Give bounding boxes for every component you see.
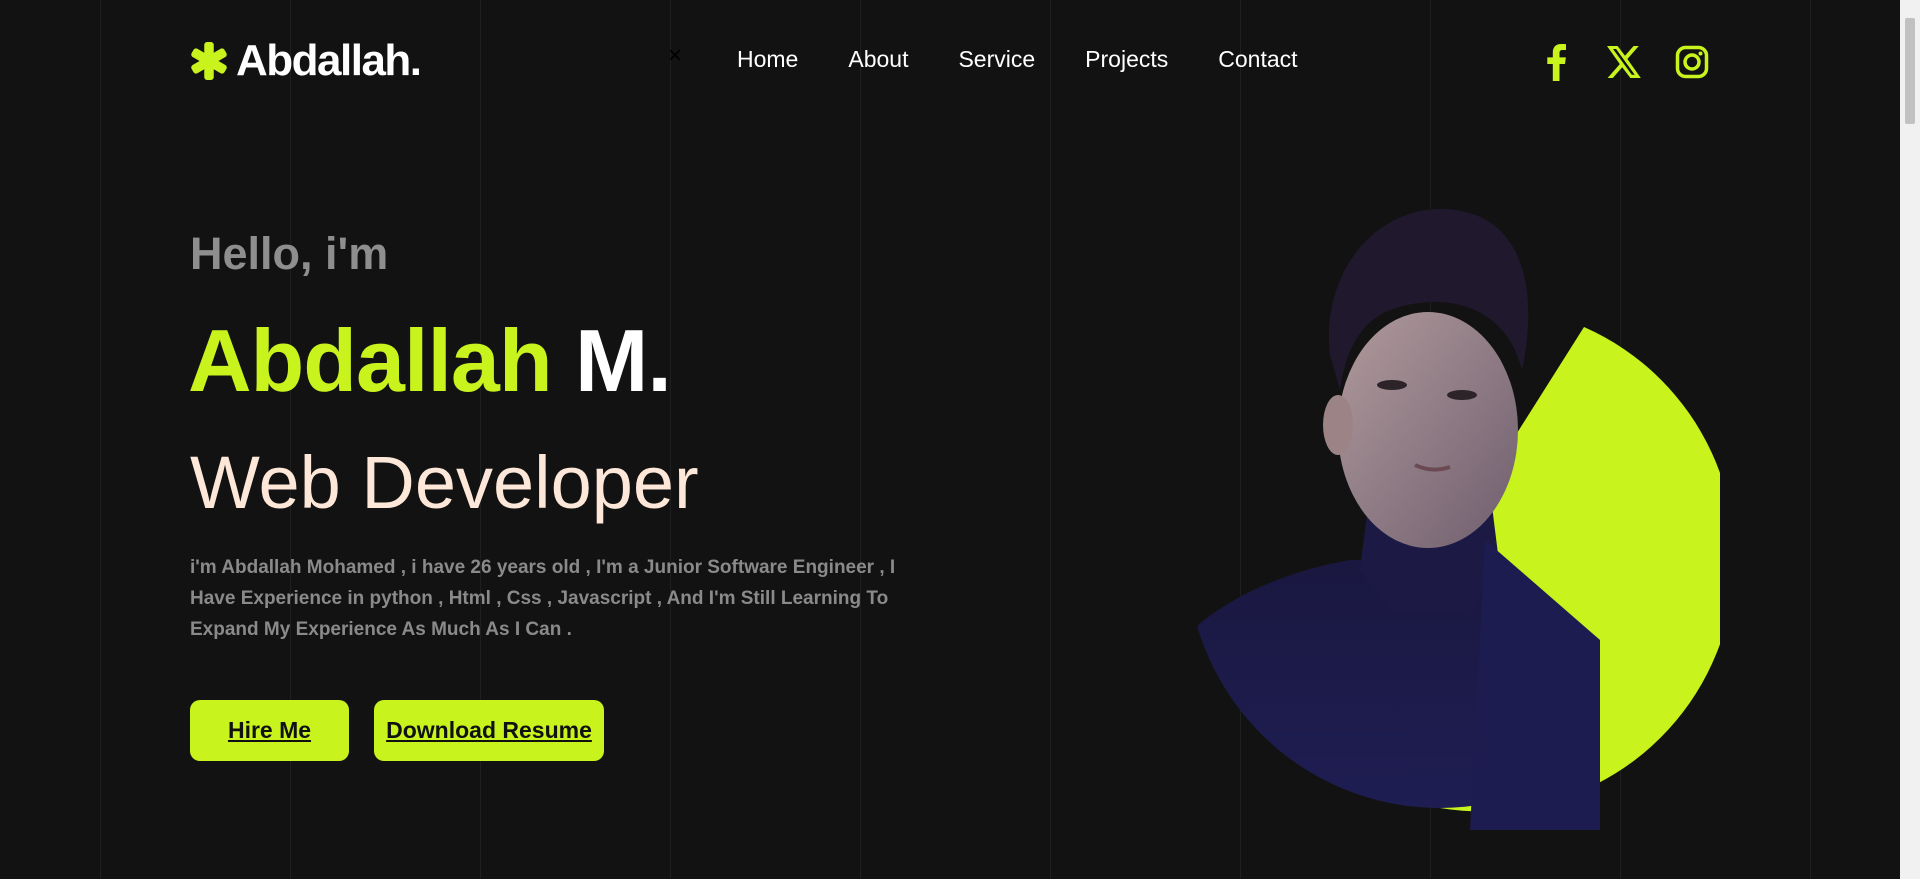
site-header: Abdallah. × Home About Service Projects … (0, 0, 1900, 126)
nav-service[interactable]: Service (958, 48, 1035, 71)
nav-home[interactable]: Home (737, 48, 798, 71)
profile-portrait (1170, 190, 1735, 830)
x-twitter-icon[interactable] (1606, 44, 1642, 80)
nav-contact[interactable]: Contact (1218, 48, 1297, 71)
bio-line: Have Experience in python , Html , Css ,… (190, 588, 889, 609)
hero-last-name: M. (575, 311, 672, 410)
page-scrollbar[interactable] (1900, 0, 1920, 879)
social-links (1538, 44, 1710, 81)
main-nav: Home About Service Projects Contact (737, 48, 1298, 71)
instagram-icon[interactable] (1674, 44, 1710, 80)
download-resume-button[interactable]: Download Resume (374, 700, 604, 761)
scrollbar-thumb[interactable] (1905, 18, 1915, 124)
nav-about[interactable]: About (848, 48, 908, 71)
facebook-icon[interactable] (1538, 44, 1574, 81)
bio-line: i'm Abdallah Mohamed , i have 26 years o… (190, 557, 896, 578)
logo[interactable]: Abdallah. (190, 36, 422, 86)
hire-me-button[interactable]: Hire Me (190, 700, 349, 761)
nav-projects[interactable]: Projects (1085, 48, 1168, 71)
greeting: Hello, i'm (190, 228, 389, 279)
hero-role: Web Developer (190, 441, 699, 524)
hero-name: Abdallah M. (188, 310, 672, 412)
logo-text: Abdallah. (236, 36, 422, 85)
hero-bio: i'm Abdallah Mohamed , i have 26 years o… (190, 552, 910, 645)
hero-first-name: Abdallah (188, 311, 553, 410)
close-menu-icon[interactable]: × (668, 44, 682, 68)
asterisk-icon (191, 42, 227, 80)
bio-line: Expand My Experience As Much As I Can . (190, 619, 572, 640)
